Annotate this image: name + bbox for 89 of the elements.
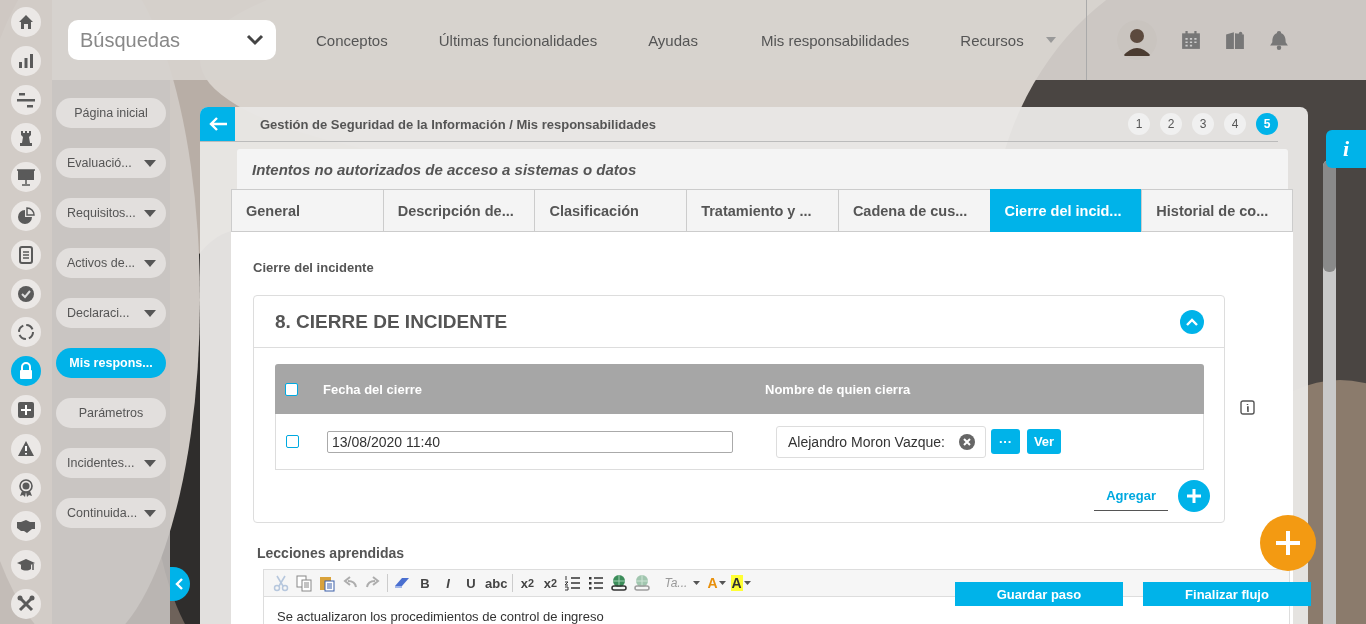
side-menu-item[interactable]: Requisitos...: [56, 198, 166, 228]
folder-board-icon[interactable]: [1224, 30, 1245, 50]
side-menu-item[interactable]: Continuida...: [56, 498, 166, 528]
lock-icon: [17, 362, 35, 381]
rail-button[interactable]: [11, 278, 41, 309]
field-label: Lecciones aprendidas: [257, 545, 406, 561]
tab[interactable]: General: [231, 189, 383, 232]
chevron-left-icon: [175, 578, 185, 590]
check-icon: [17, 284, 35, 303]
presentation-icon: [17, 168, 35, 187]
scrollbar-thumb[interactable]: [1323, 160, 1336, 272]
rail-button[interactable]: [11, 45, 41, 76]
nav-link[interactable]: Últimas funcionalidades: [438, 31, 598, 49]
tab[interactable]: Historial de co...: [1141, 189, 1294, 232]
format-button[interactable]: abc: [485, 574, 508, 592]
rail-button[interactable]: [11, 550, 41, 581]
format-button[interactable]: U: [462, 574, 480, 592]
record-title: Intentos no autorizados de acceso a sistemas o datos: [252, 160, 637, 178]
info-icon[interactable]: [1240, 400, 1255, 415]
pie-chart-icon: [17, 207, 35, 225]
checkbox[interactable]: [286, 435, 299, 448]
rail-button[interactable]: [11, 433, 41, 464]
rail-button[interactable]: [11, 201, 41, 231]
rail-button[interactable]: [11, 394, 41, 425]
rail-button[interactable]: [11, 317, 41, 348]
step-button[interactable]: 1: [1128, 113, 1150, 135]
nav-link[interactable]: Recursos: [960, 31, 1024, 49]
name-field[interactable]: Alejandro Moron Vazque:: [776, 425, 986, 458]
nav-link[interactable]: Ayudas: [648, 31, 698, 49]
collapse-toggle[interactable]: [1180, 309, 1204, 334]
rail-button[interactable]: [11, 84, 41, 115]
tab[interactable]: Cadena de cus...: [837, 189, 990, 232]
checkbox[interactable]: [285, 382, 298, 396]
tab[interactable]: Clasificación: [534, 189, 687, 232]
rook-icon: [17, 129, 35, 148]
step-button[interactable]: 3: [1192, 113, 1214, 135]
side-menu-item[interactable]: Parámetros: [56, 398, 166, 428]
document-icon: [17, 245, 35, 264]
nav-link[interactable]: Mis responsabilidades: [760, 31, 910, 49]
house-icon: [17, 13, 35, 31]
chevron-down-icon: [246, 34, 264, 46]
plus-icon: [1186, 488, 1202, 504]
nav-link[interactable]: Conceptos: [316, 31, 388, 49]
plus-icon: [1273, 528, 1303, 558]
column-header: Nombre de quien cierra: [765, 381, 911, 397]
side-menu-item[interactable]: Incidentes...: [56, 448, 166, 478]
rail-button[interactable]: [11, 472, 41, 503]
section-title: 8. CIERRE DE INCIDENTE: [275, 310, 508, 333]
breadcrumb: Gestión de Seguridad de la Información / Mis responsabilidades: [260, 116, 657, 132]
scrollbar[interactable]: [1323, 160, 1336, 624]
rail-button[interactable]: [11, 7, 41, 37]
bullet-list-icon[interactable]: [587, 574, 606, 592]
step-button[interactable]: 4: [1224, 113, 1246, 135]
calendar-icon[interactable]: [1180, 30, 1201, 50]
bar-chart-icon: [17, 51, 35, 70]
step-button[interactable]: 2: [1160, 113, 1182, 135]
numbered-list-icon[interactable]: [564, 574, 583, 592]
side-menu-item[interactable]: Activos de...: [56, 248, 166, 278]
section-label: Cierre del incidente: [253, 260, 375, 275]
side-menu-item[interactable]: Página inicial: [56, 98, 166, 128]
date-field[interactable]: 13/08/2020 11:40: [327, 430, 733, 453]
rail-button[interactable]: [11, 239, 41, 270]
tools-icon: [17, 594, 35, 613]
search-dropdown[interactable]: Búsquedas: [68, 20, 276, 60]
caret-icon: [693, 581, 701, 585]
arrow-left-icon: [207, 116, 228, 132]
format-button[interactable]: I: [439, 574, 457, 592]
clear-icon[interactable]: [959, 433, 975, 450]
rail-button[interactable]: [11, 162, 41, 193]
award-icon: [17, 478, 35, 497]
rail-button[interactable]: [11, 511, 41, 542]
side-menu-item[interactable]: Declaraci...: [56, 298, 166, 328]
plus-square-icon: [17, 400, 35, 419]
format-button[interactable]: B: [416, 574, 434, 592]
rail-button[interactable]: [11, 588, 41, 619]
caret-icon: [743, 581, 751, 585]
clipboard-icon[interactable]: [318, 574, 336, 592]
chevron-up-icon: [1186, 317, 1198, 326]
rail-button[interactable]: [11, 123, 41, 154]
caret-icon: [718, 581, 726, 585]
dashed-circle-icon: [17, 323, 35, 342]
tab[interactable]: Tratamiento y ...: [686, 189, 838, 232]
bell-icon[interactable]: [1268, 30, 1289, 50]
warning-icon: [17, 439, 35, 458]
globe-link-icon[interactable]: [610, 574, 629, 592]
tab[interactable]: Descripción de...: [382, 189, 535, 232]
lines-icon: [17, 90, 35, 109]
side-menu-item[interactable]: Evaluació...: [56, 148, 166, 178]
column-header: Fecha del cierre: [323, 381, 423, 397]
